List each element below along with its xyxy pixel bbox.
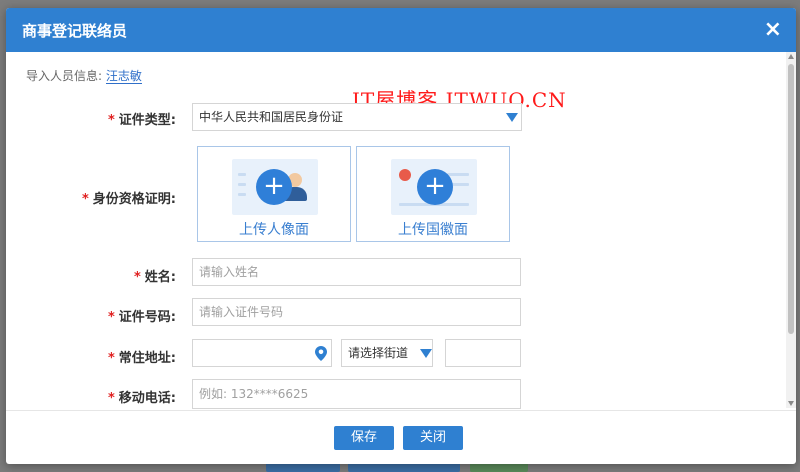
save-button[interactable]: 保存 xyxy=(334,426,394,450)
phone-label-text: 移动电话: xyxy=(118,391,176,406)
upload-emblem-button[interactable]: + 上传国徽面 xyxy=(356,146,510,242)
name-label: * 姓名: xyxy=(6,266,176,285)
address-label: * 常住地址: xyxy=(6,347,176,366)
phone-label: * 移动电话: xyxy=(6,387,176,406)
address-label-text: 常住地址: xyxy=(118,351,176,366)
required-mark: * xyxy=(81,192,89,207)
required-mark: * xyxy=(107,310,115,325)
import-person-link[interactable]: 汪志敏 xyxy=(105,69,142,84)
id-number-input[interactable] xyxy=(192,298,521,326)
contact-dialog: 商事登记联络员 × 导入人员信息: 汪志敏 IT屋博客 ITWUO.CN * 证件… xyxy=(6,8,796,464)
required-mark: * xyxy=(133,270,141,285)
id-number-label-text: 证件号码: xyxy=(118,310,176,325)
address-detail-input[interactable] xyxy=(445,339,521,367)
street-select-value: 请选择街道 xyxy=(348,346,409,360)
chevron-down-icon[interactable] xyxy=(420,349,432,358)
id-type-select[interactable]: 中华人民共和国居民身份证 xyxy=(192,103,522,131)
plus-icon: + xyxy=(417,169,453,205)
upload-emblem-label: 上传国徽面 xyxy=(398,222,468,238)
upload-portrait-button[interactable]: + 上传人像面 xyxy=(197,146,351,242)
plus-icon: + xyxy=(256,169,292,205)
address-district-select[interactable] xyxy=(192,339,332,367)
required-mark: * xyxy=(107,113,115,128)
scroll-up-arrow-icon[interactable] xyxy=(788,54,794,59)
scroll-down-arrow-icon[interactable] xyxy=(788,401,794,406)
name-input[interactable] xyxy=(192,258,521,286)
id-type-label: * 证件类型: xyxy=(6,109,176,128)
location-pin-icon xyxy=(315,346,327,361)
dialog-title: 商事登记联络员 xyxy=(22,22,128,40)
close-button[interactable]: 关闭 xyxy=(403,426,463,450)
dialog-header: 商事登记联络员 × xyxy=(6,8,796,52)
id-proof-label: * 身份资格证明: xyxy=(6,188,176,207)
footer-divider xyxy=(6,410,796,411)
import-info: 导入人员信息: 汪志敏 xyxy=(26,67,142,84)
upload-portrait-label: 上传人像面 xyxy=(239,222,309,238)
import-info-label: 导入人员信息: xyxy=(26,69,103,83)
id-type-value: 中华人民共和国居民身份证 xyxy=(199,110,344,124)
id-type-label-text: 证件类型: xyxy=(118,113,176,128)
id-proof-label-text: 身份资格证明: xyxy=(92,192,176,207)
close-icon[interactable]: × xyxy=(764,17,782,43)
scrollbar-thumb[interactable] xyxy=(788,64,794,334)
chevron-down-icon[interactable] xyxy=(506,113,518,122)
name-label-text: 姓名: xyxy=(144,270,176,285)
scrollbar[interactable] xyxy=(786,52,796,408)
phone-input[interactable] xyxy=(192,379,521,409)
required-mark: * xyxy=(107,391,115,406)
id-number-label: * 证件号码: xyxy=(6,306,176,325)
required-mark: * xyxy=(107,351,115,366)
